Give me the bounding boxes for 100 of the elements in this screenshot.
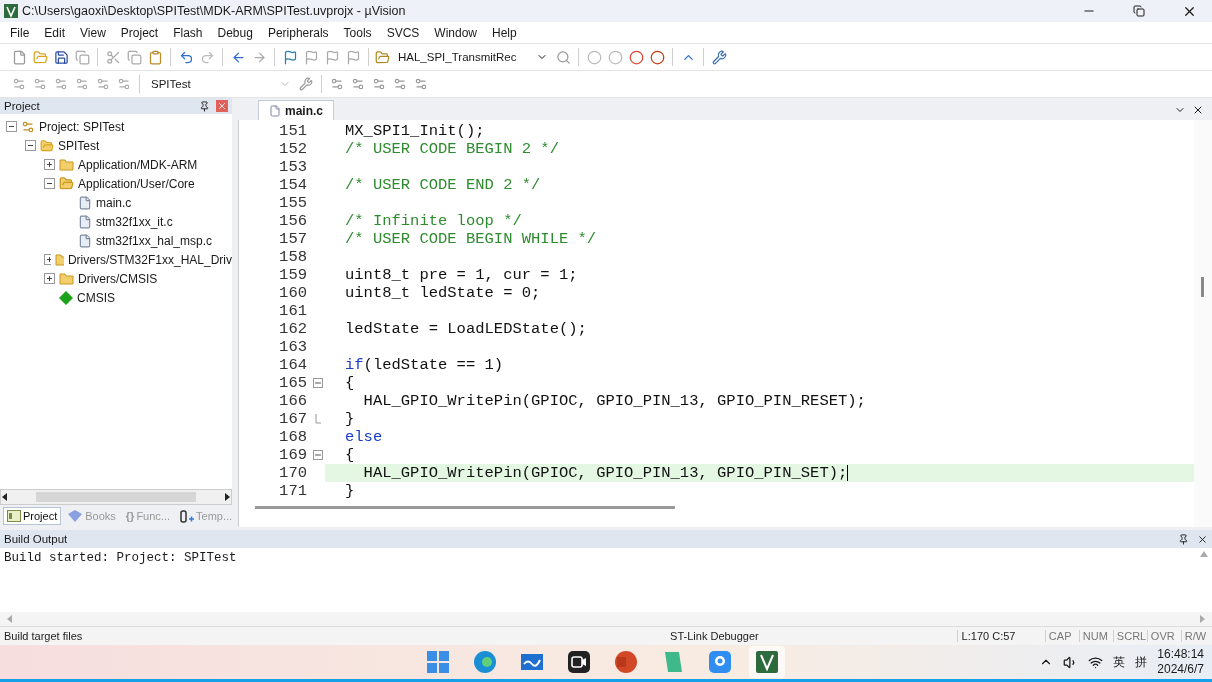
- code-line: {: [344, 374, 356, 392]
- save-icon[interactable]: [52, 48, 70, 66]
- line-number: 166: [278, 392, 307, 410]
- collapse-toggle[interactable]: [44, 178, 55, 189]
- line-number: 154: [278, 176, 307, 194]
- breakpoint-icon[interactable]: [648, 48, 666, 66]
- clock[interactable]: 16:48:14 2024/6/7: [1157, 647, 1204, 677]
- file-icon: [78, 233, 92, 248]
- menu-item[interactable]: Tools: [337, 25, 381, 40]
- close-icon[interactable]: [1192, 104, 1204, 116]
- browser-icon: [473, 650, 497, 674]
- horizontal-scrollbar[interactable]: [0, 489, 232, 505]
- webcam-icon: [708, 650, 732, 674]
- line-number: 151: [278, 122, 307, 140]
- collapse-toggle[interactable]: [6, 121, 17, 132]
- code-line: uint8_t pre = 1, cur = 1;: [344, 266, 579, 284]
- status-indicator: NUM: [1079, 630, 1114, 642]
- taskbar-app[interactable]: [749, 646, 785, 678]
- line-number: 156: [278, 212, 307, 230]
- notes-icon: [662, 650, 684, 674]
- breakpoint-icon[interactable]: [627, 48, 645, 66]
- tree-item[interactable]: CMSIS: [77, 290, 115, 305]
- line-number: 167: [278, 410, 307, 428]
- status-message: Build target files: [3, 630, 84, 642]
- scroll-up-icon[interactable]: [1200, 551, 1208, 557]
- expand-toggle[interactable]: [44, 254, 51, 265]
- status-indicator: OVR: [1147, 630, 1182, 642]
- folder-icon: [59, 176, 74, 191]
- fold-toggle-icon[interactable]: [313, 450, 323, 460]
- code-line: MX_SPI1_Init();: [344, 122, 486, 140]
- tree-item[interactable]: Project: SPITest: [39, 119, 125, 134]
- panel-title: Build Output: [4, 533, 69, 545]
- menu-item[interactable]: Project: [114, 25, 168, 40]
- menu-item[interactable]: SVCS: [380, 25, 429, 40]
- tree-item[interactable]: SPITest: [58, 138, 100, 153]
- menu-item[interactable]: Flash: [167, 25, 212, 40]
- scrollbar-thumb[interactable]: [1201, 277, 1204, 297]
- menu-item[interactable]: View: [74, 25, 115, 40]
- braces-icon: {}: [125, 510, 135, 522]
- pin-icon[interactable]: [1178, 533, 1189, 545]
- line-number: 155: [278, 194, 307, 212]
- ime-indicator[interactable]: 英: [1113, 653, 1126, 671]
- panel-title: Project: [4, 100, 41, 112]
- close-icon[interactable]: [1197, 533, 1208, 545]
- tree-item[interactable]: Drivers/CMSIS: [78, 271, 158, 286]
- folder-icon: [54, 253, 64, 266]
- ide-icon: [755, 650, 779, 674]
- file-icon: [78, 214, 92, 229]
- line-number: 152: [278, 140, 307, 158]
- cursor-position: L:170 C:57: [957, 630, 1046, 642]
- folder-icon: [59, 272, 74, 285]
- find-in-files-icon[interactable]: [375, 49, 390, 65]
- tree-item[interactable]: Application/User/Core: [78, 176, 195, 191]
- app-icon: [4, 4, 18, 18]
- scrollbar-thumb[interactable]: [255, 505, 675, 509]
- menu-item[interactable]: File: [4, 25, 39, 40]
- restore-icon[interactable]: [1133, 5, 1145, 17]
- code-line: else: [344, 428, 384, 446]
- line-number: 170: [278, 464, 307, 482]
- panel-tab[interactable]: Project: [3, 507, 62, 525]
- line-number: 161: [278, 302, 307, 320]
- settings-icon[interactable]: [710, 48, 728, 66]
- tree-item[interactable]: Application/MDK-ARM: [78, 157, 198, 172]
- status-indicator: CAP: [1045, 630, 1080, 642]
- tree-item[interactable]: main.c: [96, 195, 132, 210]
- expand-toggle[interactable]: [44, 273, 55, 284]
- menu-item[interactable]: Help: [486, 25, 526, 40]
- pin-icon[interactable]: [199, 100, 210, 112]
- line-number: 157: [278, 230, 307, 248]
- code-line: uint8_t ledState = 0;: [344, 284, 542, 302]
- slides-icon: [614, 650, 638, 674]
- file-icon: [269, 104, 281, 117]
- scroll-right-icon[interactable]: [223, 493, 231, 501]
- code-line: /* USER CODE END 2 */: [344, 176, 542, 194]
- tree-item[interactable]: stm32f1xx_hal_msp.c: [96, 233, 213, 248]
- whiteboard-icon: [520, 651, 544, 673]
- cut-icon[interactable]: [104, 48, 122, 66]
- code-line: /* Infinite loop */: [344, 212, 523, 230]
- tree-item[interactable]: stm32f1xx_it.c: [96, 214, 173, 229]
- code-line: /* USER CODE BEGIN 2 */: [344, 140, 560, 158]
- menu-item[interactable]: Edit: [38, 25, 75, 40]
- code-line: if(ledState == 1): [344, 356, 505, 374]
- fold-toggle-icon[interactable]: [313, 378, 323, 388]
- menu-item[interactable]: Peripherals: [261, 25, 338, 40]
- editor-tab[interactable]: main.c: [258, 100, 334, 120]
- ime-indicator[interactable]: 拼: [1135, 653, 1148, 671]
- copy-icon[interactable]: [125, 48, 143, 66]
- scroll-left-icon[interactable]: [1, 493, 9, 501]
- find-icon[interactable]: [554, 48, 572, 66]
- line-number: 171: [278, 482, 307, 500]
- menu-item[interactable]: Debug: [211, 25, 262, 40]
- wifi-icon[interactable]: [1088, 654, 1104, 670]
- menu-item[interactable]: Window: [428, 25, 486, 40]
- expand-toggle[interactable]: [44, 159, 55, 170]
- code-line: ledState = LoadLEDState();: [344, 320, 588, 338]
- tree-item[interactable]: Drivers/STM32F1xx_HAL_Driv: [67, 252, 232, 267]
- line-number: 162: [278, 320, 307, 338]
- file-icon: [78, 195, 92, 210]
- output-line: Build started: Project: SPITest: [4, 551, 237, 565]
- collapse-toggle[interactable]: [25, 140, 36, 151]
